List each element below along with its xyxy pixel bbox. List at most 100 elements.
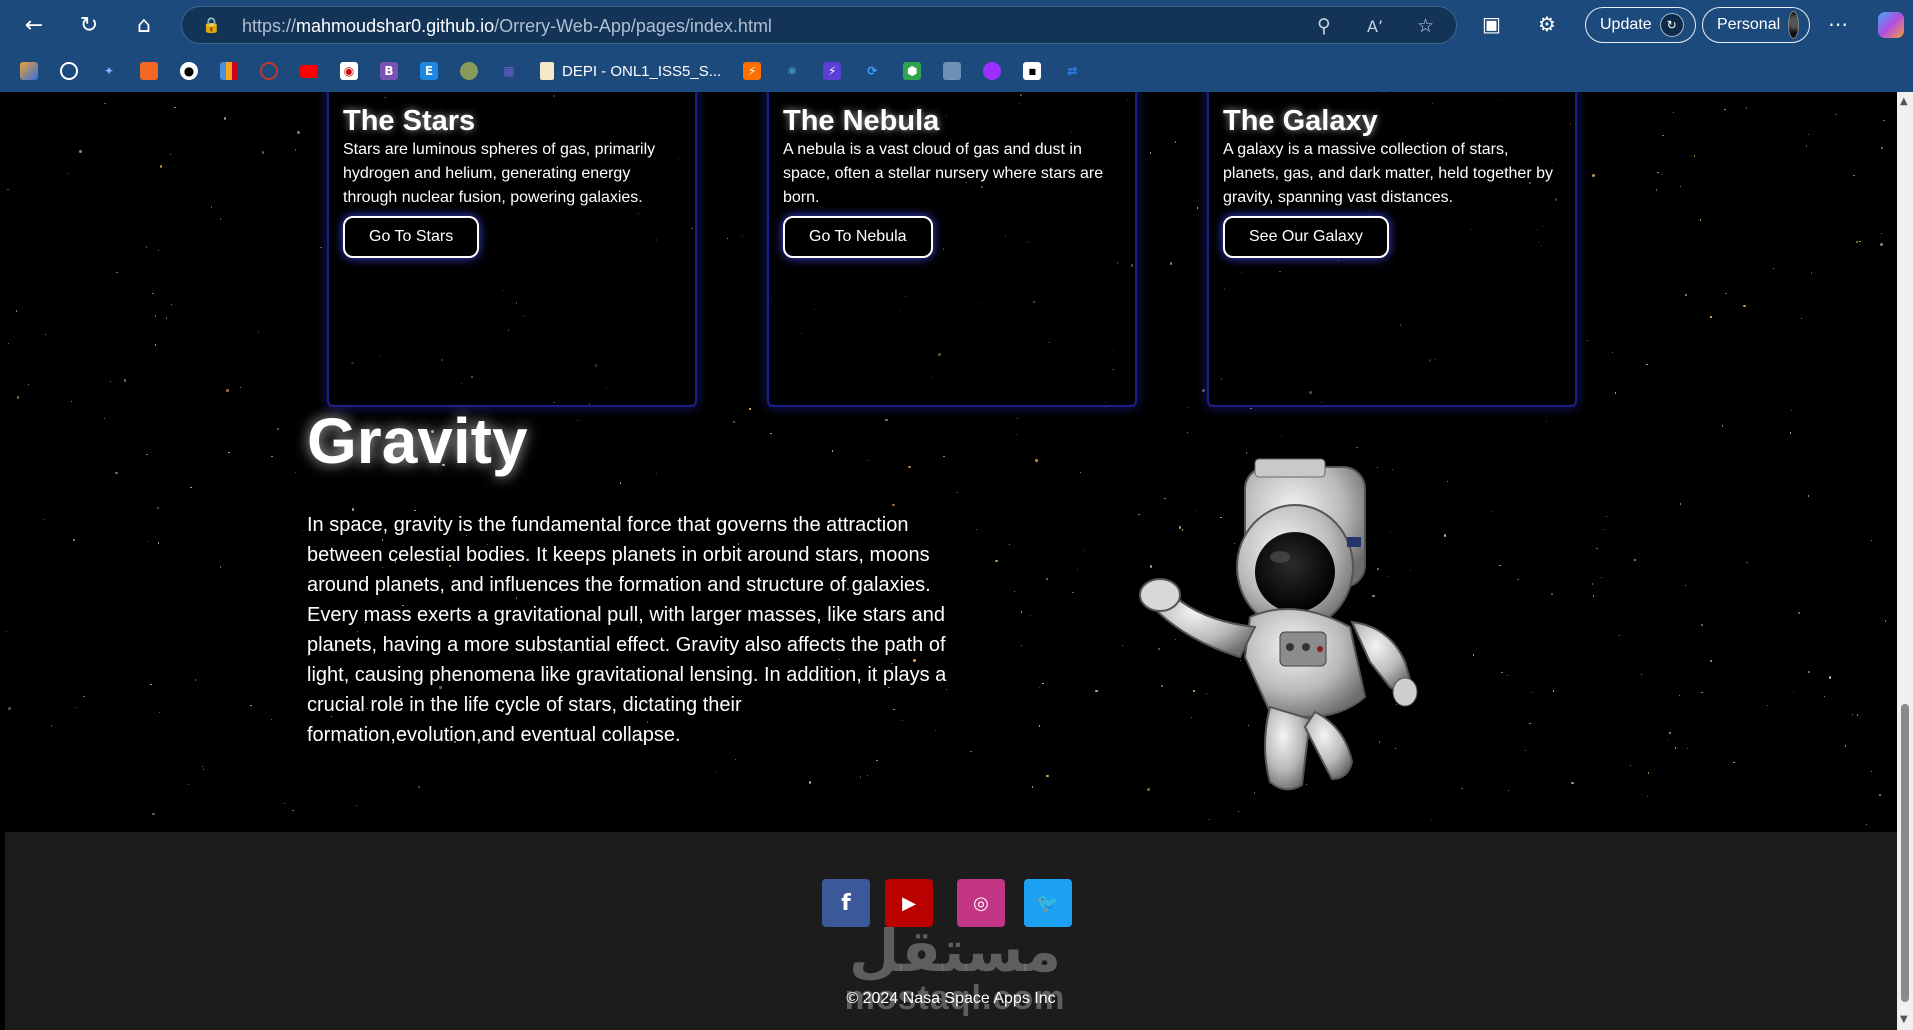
- extensions-icon[interactable]: ⚙: [1538, 12, 1556, 36]
- star: [1039, 725, 1041, 727]
- star: [1640, 673, 1642, 676]
- update-button[interactable]: Update ↻: [1585, 7, 1696, 43]
- read-aloud-icon[interactable]: A’: [1367, 17, 1383, 36]
- gravity-paragraph: In space, gravity is the fundamental for…: [307, 514, 947, 746]
- star: [301, 529, 304, 531]
- star: [116, 271, 118, 273]
- update-label: Update: [1600, 16, 1652, 33]
- bookmark-icon-12[interactable]: [454, 56, 484, 86]
- star: [1021, 644, 1023, 647]
- star: [202, 768, 204, 771]
- bookmark-icon-3[interactable]: ✦: [94, 56, 124, 86]
- star: [1546, 420, 1548, 422]
- url-text[interactable]: https://mahmoudshar0.github.io/Orrery-We…: [242, 16, 772, 37]
- card-stars: The Stars Stars are luminous spheres of …: [327, 92, 697, 407]
- star: [1701, 691, 1703, 694]
- bookmark-icon-13[interactable]: ▦: [494, 56, 524, 86]
- bookmark-icon-e[interactable]: E: [414, 56, 444, 86]
- bookmark-icon-2[interactable]: [54, 56, 84, 86]
- star: [1773, 267, 1775, 270]
- star: [283, 802, 285, 804]
- star: [170, 303, 173, 305]
- star: [1492, 510, 1494, 513]
- star: [1835, 113, 1837, 116]
- star: [970, 751, 972, 753]
- star: [73, 539, 75, 541]
- collections-icon[interactable]: ▣: [1482, 12, 1501, 36]
- bookmark-icon-15[interactable]: ⚡: [737, 56, 767, 86]
- star: [1881, 147, 1883, 149]
- star: [867, 774, 869, 776]
- star: [1552, 690, 1555, 692]
- zoom-icon[interactable]: ⚲: [1317, 15, 1331, 37]
- scroll-up-icon[interactable]: ▲: [1900, 96, 1910, 107]
- more-icon[interactable]: ⋯: [1828, 12, 1848, 36]
- star: [1602, 528, 1605, 531]
- bookmark-icon-7[interactable]: [254, 56, 284, 86]
- star: [1046, 578, 1048, 580]
- star: [104, 103, 106, 105]
- bookmark-icon-20[interactable]: [937, 56, 967, 86]
- bookmark-icon-19[interactable]: ⬢: [897, 56, 927, 86]
- star: [1149, 152, 1151, 154]
- youtube-bookmark-icon[interactable]: [294, 56, 324, 86]
- star: [1884, 620, 1886, 622]
- star: [165, 317, 167, 319]
- go-to-nebula-button[interactable]: Go To Nebula: [783, 216, 933, 258]
- star: [1880, 243, 1883, 246]
- star: [1791, 409, 1793, 412]
- address-bar[interactable]: 🔒 https://mahmoudshar0.github.io/Orrery-…: [181, 6, 1457, 44]
- bootstrap-icon[interactable]: B: [374, 56, 404, 86]
- star: [892, 503, 895, 507]
- star: [1517, 579, 1519, 581]
- copilot-icon[interactable]: [1878, 12, 1904, 38]
- lock-icon[interactable]: 🔒: [202, 16, 221, 36]
- star: [1079, 471, 1081, 474]
- star: [1630, 764, 1632, 766]
- home-icon[interactable]: ⌂: [126, 8, 162, 42]
- see-our-galaxy-button[interactable]: See Our Galaxy: [1223, 216, 1389, 258]
- bookmark-icon-17[interactable]: ⚡: [817, 56, 847, 86]
- star: [876, 759, 878, 761]
- star: [1524, 749, 1527, 751]
- bookmark-icon-4[interactable]: [134, 56, 164, 86]
- star: [1501, 671, 1503, 674]
- star: [159, 165, 163, 168]
- star: [1072, 592, 1074, 594]
- bookmark-icon-6[interactable]: [214, 56, 244, 86]
- star: [261, 151, 265, 154]
- star: [1657, 171, 1659, 174]
- star: [995, 559, 998, 563]
- bookmark-icon-9[interactable]: ◉: [334, 56, 364, 86]
- star: [228, 452, 230, 454]
- star: [1851, 713, 1854, 715]
- star: [1430, 819, 1433, 821]
- refresh-icon[interactable]: ↻: [71, 8, 107, 42]
- profile-button[interactable]: Personal: [1702, 7, 1810, 43]
- star: [1870, 539, 1873, 541]
- scroll-down-icon[interactable]: ▼: [1900, 1014, 1910, 1025]
- star: [1586, 339, 1589, 341]
- page-scrollbar[interactable]: ▲ ▼: [1897, 92, 1913, 1030]
- go-to-stars-button[interactable]: Go To Stars: [343, 216, 480, 258]
- star: [956, 492, 958, 494]
- bookmark-icon-23[interactable]: ⇄: [1057, 56, 1087, 86]
- scroll-thumb[interactable]: [1901, 704, 1909, 1002]
- star: [109, 381, 112, 383]
- bookmark-icon-21[interactable]: [977, 56, 1007, 86]
- star: [1798, 612, 1800, 614]
- bookmark-icon-22[interactable]: ■: [1017, 56, 1047, 86]
- star: [7, 189, 9, 191]
- star: [1710, 316, 1712, 318]
- star: [146, 453, 148, 456]
- star: [1800, 317, 1802, 319]
- react-icon[interactable]: ⚛: [777, 56, 807, 86]
- bookmark-icon-1[interactable]: [14, 56, 44, 86]
- star: [1596, 547, 1598, 550]
- star: [1828, 676, 1832, 679]
- bookmark-folder-depi[interactable]: DEPI - ONL1_ISS5_S...: [534, 62, 727, 80]
- github-icon[interactable]: ●: [174, 56, 204, 86]
- back-icon[interactable]: ←: [16, 8, 52, 42]
- favorite-star-icon[interactable]: ☆: [1417, 15, 1434, 37]
- bookmark-icon-18[interactable]: ⟳: [857, 56, 887, 86]
